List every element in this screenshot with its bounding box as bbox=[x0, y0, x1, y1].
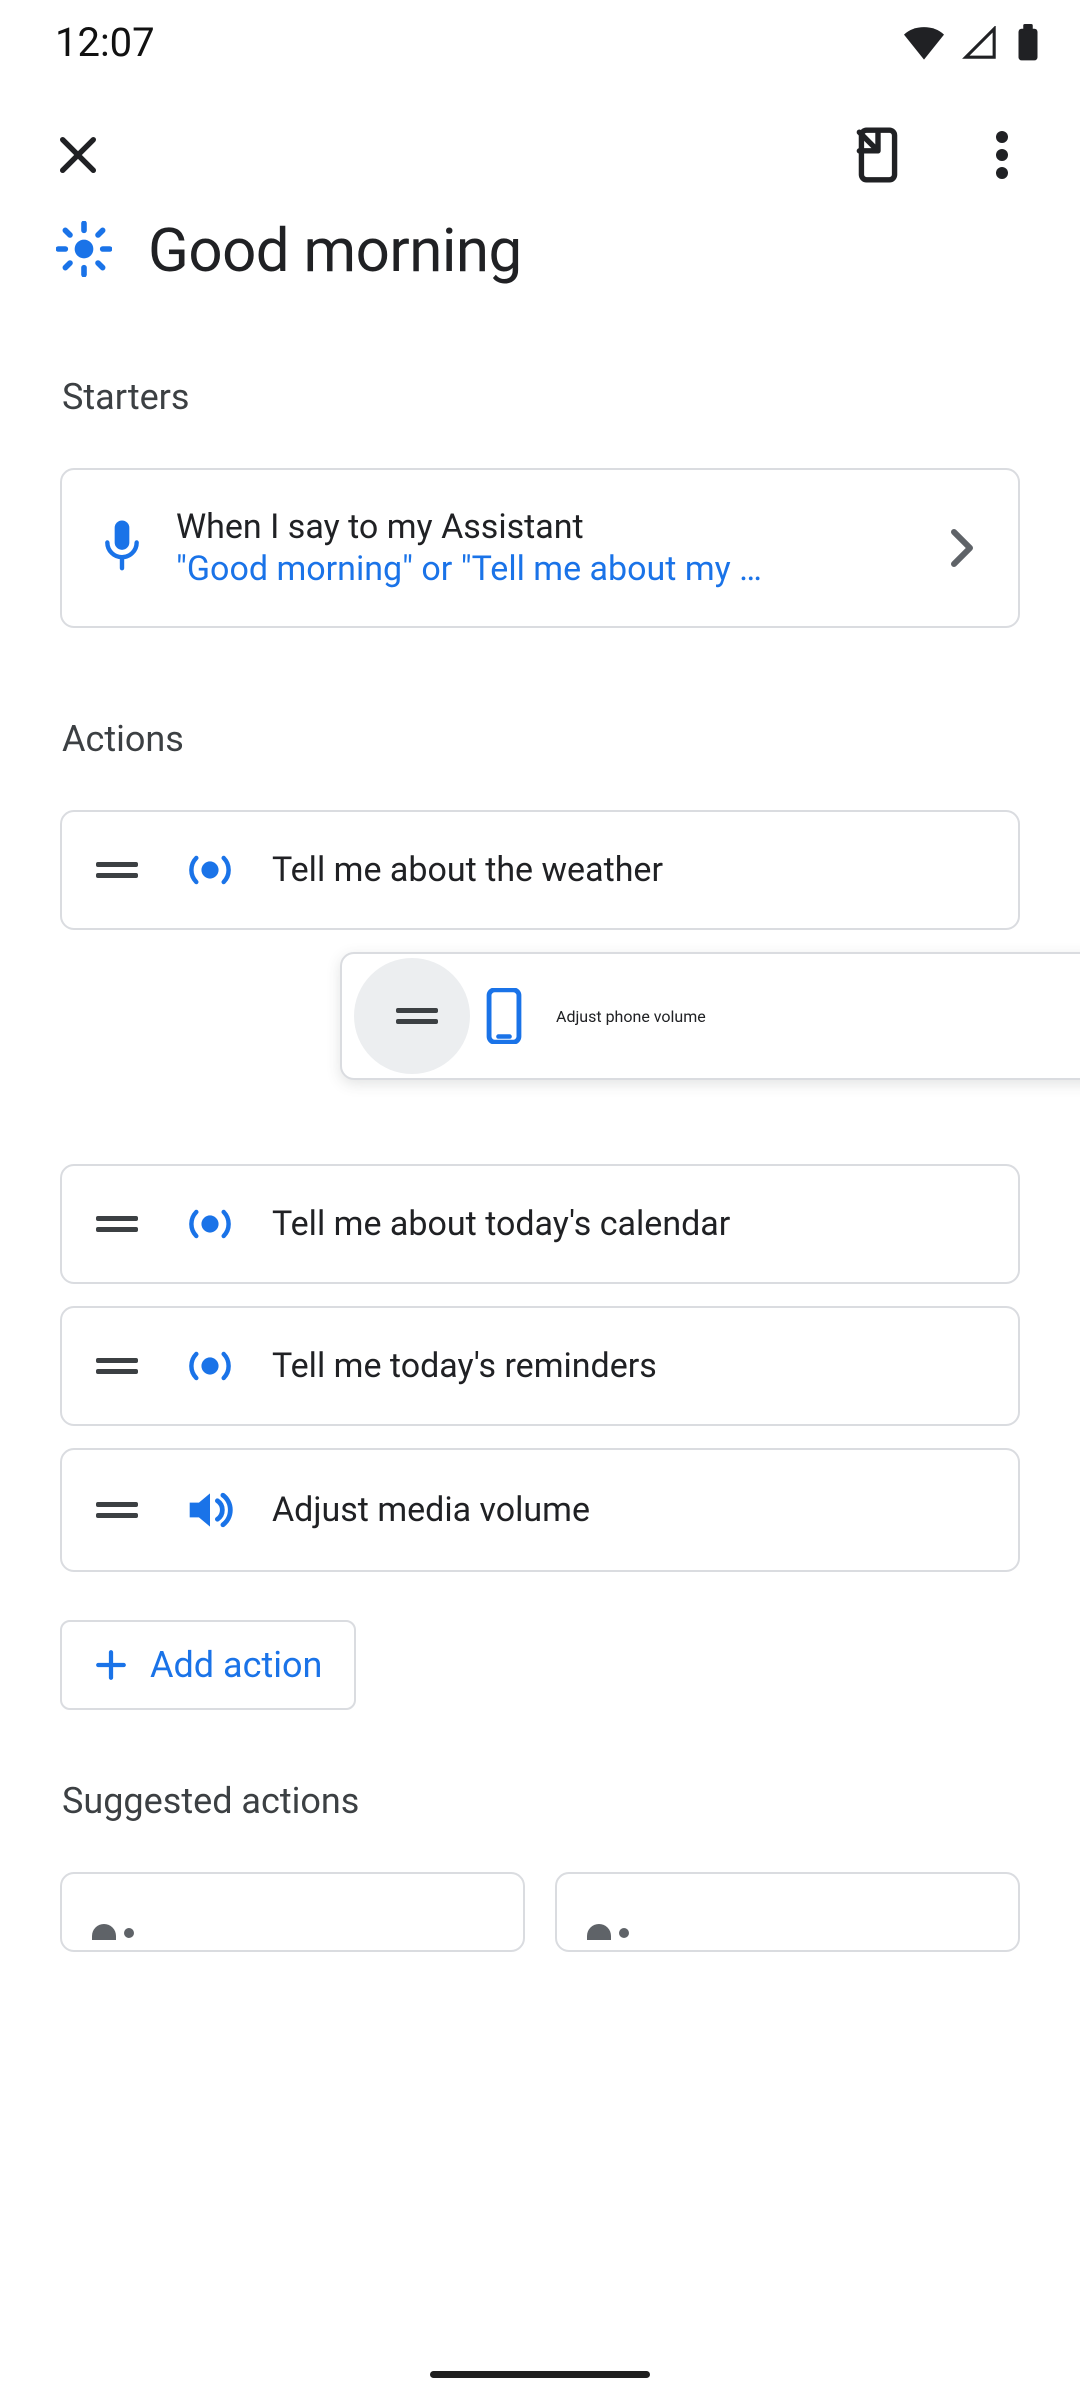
mic-icon bbox=[96, 520, 148, 576]
plus-icon bbox=[94, 1648, 128, 1682]
starters-heading: Starters bbox=[0, 376, 1080, 418]
action-item-phone-volume-dragging[interactable]: Adjust phone volume bbox=[340, 952, 1080, 1080]
action-item-calendar[interactable]: Tell me about today's calendar bbox=[60, 1164, 1020, 1284]
sun-icon bbox=[56, 221, 112, 281]
app-bar bbox=[0, 85, 1080, 225]
drag-handle-icon[interactable] bbox=[96, 1502, 138, 1518]
more-vert-icon bbox=[996, 131, 1008, 179]
action-item-reminders[interactable]: Tell me today's reminders bbox=[60, 1306, 1020, 1426]
drag-handle-icon[interactable] bbox=[96, 1358, 138, 1374]
actions-heading: Actions bbox=[0, 718, 1080, 760]
add-action-label: Add action bbox=[150, 1644, 322, 1686]
close-button[interactable] bbox=[30, 107, 126, 203]
starter-card[interactable]: When I say to my Assistant "Good morning… bbox=[60, 468, 1020, 628]
action-label: Adjust media volume bbox=[272, 1490, 590, 1530]
suggested-card[interactable] bbox=[555, 1872, 1020, 1952]
action-item-media-volume[interactable]: Adjust media volume bbox=[60, 1448, 1020, 1572]
suggested-card[interactable] bbox=[60, 1872, 525, 1952]
add-action-button[interactable]: Add action bbox=[60, 1620, 356, 1710]
broadcast-icon bbox=[184, 1204, 236, 1244]
drag-handle-icon[interactable] bbox=[96, 1216, 138, 1232]
broadcast-icon bbox=[184, 850, 236, 890]
action-label: Tell me about the weather bbox=[272, 850, 663, 890]
add-to-homescreen-button[interactable] bbox=[830, 107, 926, 203]
wifi-icon bbox=[904, 26, 944, 60]
volume-icon bbox=[184, 1488, 236, 1532]
nav-pill[interactable] bbox=[430, 2371, 650, 2378]
starter-line1: When I say to my Assistant bbox=[176, 506, 912, 548]
routine-title-row: Good morning bbox=[0, 215, 1080, 286]
status-bar: 12:07 bbox=[0, 0, 1080, 85]
overflow-menu-button[interactable] bbox=[954, 107, 1050, 203]
status-icons bbox=[904, 24, 1040, 62]
close-icon bbox=[55, 132, 101, 178]
action-item-weather[interactable]: Tell me about the weather bbox=[60, 810, 1020, 930]
broadcast-icon bbox=[184, 1346, 236, 1386]
drag-handle-icon[interactable] bbox=[96, 862, 138, 878]
cell-signal-icon bbox=[960, 26, 1000, 60]
action-label: Tell me today's reminders bbox=[272, 1346, 657, 1386]
drag-handle-icon[interactable] bbox=[396, 1008, 438, 1024]
suggested-heading: Suggested actions bbox=[0, 1780, 1080, 1822]
action-label: Tell me about today's calendar bbox=[272, 1204, 730, 1244]
status-time: 12:07 bbox=[55, 19, 155, 66]
chevron-right-icon bbox=[940, 528, 984, 568]
routine-title[interactable]: Good morning bbox=[148, 215, 522, 286]
launch-icon bbox=[853, 126, 903, 184]
starter-line2: "Good morning" or "Tell me about my … bbox=[176, 548, 816, 590]
action-label: Adjust phone volume bbox=[556, 1007, 706, 1026]
battery-icon bbox=[1016, 24, 1040, 62]
phone-icon bbox=[478, 988, 530, 1044]
